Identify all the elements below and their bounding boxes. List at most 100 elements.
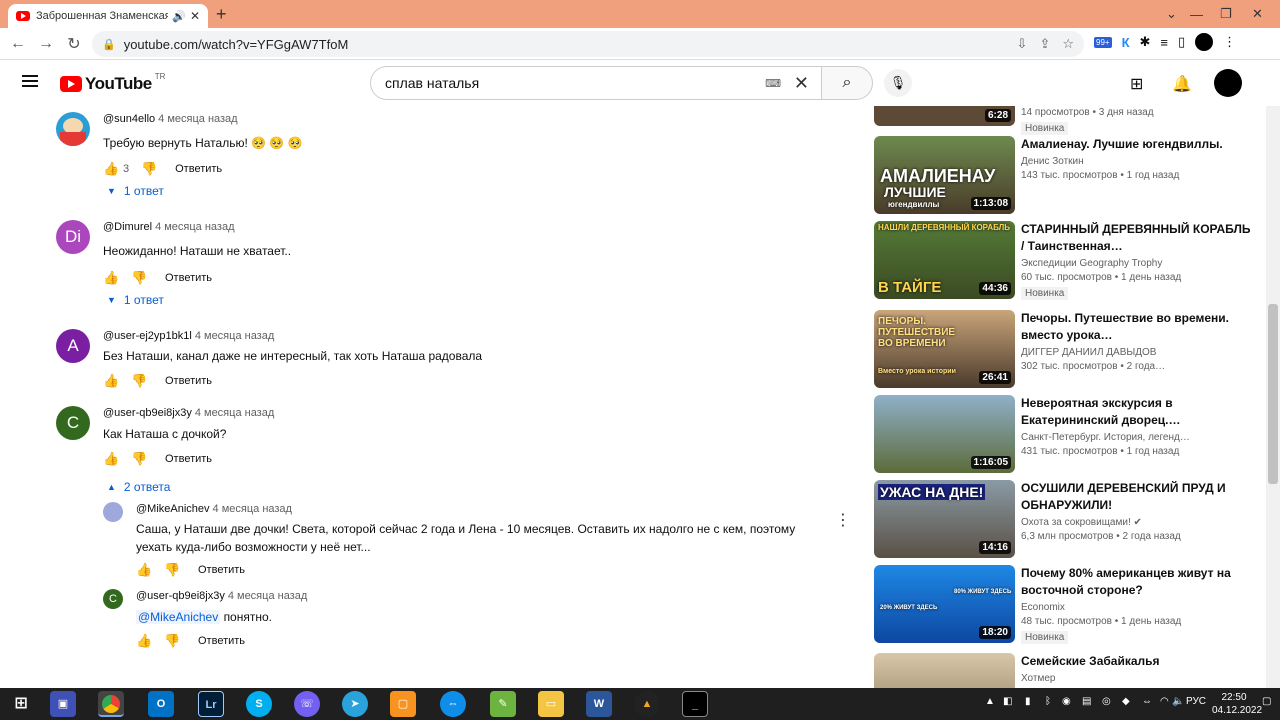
related-video[interactable]: Семейские Забайкалья Хотмер — [874, 653, 1254, 688]
video-title[interactable]: Амалиенау. Лучшие югендвиллы. — [1021, 136, 1251, 153]
keyboard-icon[interactable]: ⌨ — [765, 77, 781, 90]
comment-author[interactable]: @MikeAnichev — [136, 503, 210, 515]
tray-app-icon[interactable]: ◧ — [1003, 696, 1012, 707]
scrollbar-thumb[interactable] — [1268, 304, 1278, 484]
forward-button[interactable]: → — [32, 35, 60, 53]
save-app-icon[interactable]: ▣ — [50, 691, 76, 717]
video-title[interactable]: ОСУШИЛИ ДЕРЕВЕНСКИЙ ПРУД И ОБНАРУЖИЛИ! — [1021, 480, 1251, 514]
more-actions-icon[interactable]: ⋮ — [835, 510, 851, 530]
video-thumbnail[interactable]: ПЕЧОРЫ. ПУТЕШЕСТВИЕ ВО ВРЕМЕНИ Вместо ур… — [874, 310, 1015, 388]
extensions-puzzle-icon[interactable]: ✱ — [1140, 34, 1151, 50]
related-video[interactable]: АМАЛИЕНАУ ЛУЧШИЕ югендвиллы 1:13:08 Амал… — [874, 136, 1254, 214]
comment-author[interactable]: @Dimurel — [103, 221, 152, 233]
reply-button[interactable]: Ответить — [165, 272, 212, 284]
tab-close-button[interactable]: ✕ — [190, 9, 200, 23]
tray-folder-icon[interactable]: ▤ — [1082, 696, 1091, 707]
avatar[interactable]: C — [56, 406, 90, 440]
video-title[interactable]: СТАРИННЫЙ ДЕРЕВЯННЫЙ КОРАБЛЬ / Таинствен… — [1021, 221, 1251, 255]
teamviewer-icon[interactable]: ⇔ — [440, 691, 466, 717]
channel-name[interactable]: Экспедиции Geography Trophy — [1021, 258, 1251, 269]
view-replies-button[interactable]: ▼ 1 ответ — [107, 184, 164, 198]
dislike-icon[interactable]: 👎 — [141, 161, 157, 177]
wifi-icon[interactable]: ◠ — [1160, 696, 1169, 707]
address-bar[interactable]: 🔒 youtube.com/watch?v=YFGgAW7TfoM ⇩ ⇪ ☆ — [92, 31, 1084, 57]
url-text[interactable]: youtube.com/watch?v=YFGgAW7TfoM — [124, 37, 349, 52]
minimize-button[interactable]: — — [1190, 0, 1203, 28]
comment-time[interactable]: 4 месяца назад — [228, 590, 307, 602]
comment-author[interactable]: @user-ej2yp1bk1l — [103, 330, 192, 342]
comment-time[interactable]: 4 месяца назад — [158, 113, 237, 125]
reply-button[interactable]: Ответить — [165, 453, 212, 465]
channel-name[interactable]: Охота за сокровищами! ✔ — [1021, 517, 1251, 528]
tray-app-icon[interactable]: ◎ — [1102, 696, 1111, 707]
comment-time[interactable]: 4 месяца назад — [195, 330, 274, 342]
volume-icon[interactable]: 🔈 — [1172, 696, 1184, 707]
speaker-icon[interactable]: 🔊 — [172, 10, 186, 23]
youtube-logo[interactable]: YouTube TR — [60, 72, 165, 94]
install-app-icon[interactable]: ⇩ — [1017, 36, 1028, 52]
reply-button[interactable]: Ответить — [175, 163, 222, 175]
language-indicator[interactable]: РУС — [1186, 696, 1206, 707]
channel-name[interactable]: Санкт-Петербург. История, легенд… — [1021, 432, 1251, 443]
reload-button[interactable]: ↻ — [60, 34, 88, 54]
guide-menu-icon[interactable] — [22, 75, 38, 87]
comment-time[interactable]: 4 месяца назад — [213, 503, 292, 515]
tab-search-icon[interactable]: ⌄ — [1166, 0, 1177, 28]
video-thumbnail[interactable]: АМАЛИЕНАУ ЛУЧШИЕ югендвиллы 1:13:08 — [874, 136, 1015, 214]
channel-name[interactable]: Денис Зоткин — [1021, 156, 1251, 167]
like-icon[interactable]: 👍 — [103, 373, 119, 389]
system-clock[interactable]: 22:50 04.12.2022 — [1212, 691, 1262, 717]
like-icon[interactable]: 👍 — [103, 270, 119, 286]
share-icon[interactable]: ⇪ — [1039, 36, 1050, 52]
avatar[interactable]: Di — [56, 220, 90, 254]
windows-start-icon[interactable]: ⊞ — [8, 691, 34, 717]
comment-time[interactable]: 4 месяца назад — [195, 407, 274, 419]
vk-extension-icon[interactable]: К — [1122, 35, 1130, 50]
telegram-icon[interactable]: ➤ — [342, 691, 368, 717]
new-tab-button[interactable]: + — [216, 4, 227, 25]
like-icon[interactable]: 👍 — [136, 562, 152, 578]
video-thumbnail[interactable]: НАШЛИ ДЕРЕВЯННЫЙ КОРАБЛЬ В ТАЙГЕ 44:36 — [874, 221, 1015, 299]
app-icon[interactable]: ▢ — [390, 691, 416, 717]
related-video[interactable]: 80% ЖИВУТ ЗДЕСЬ 20% ЖИВУТ ЗДЕСЬ 18:20 По… — [874, 565, 1254, 644]
chrome-icon[interactable] — [98, 691, 124, 717]
reply-button[interactable]: Ответить — [165, 375, 212, 387]
voice-search-button[interactable]: 🎙 — [884, 69, 912, 97]
video-thumbnail[interactable]: 1:16:05 — [874, 395, 1015, 473]
search-button[interactable]: ⌕ — [821, 66, 873, 100]
view-replies-button[interactable]: ▼ 1 ответ — [107, 293, 164, 307]
comment-time[interactable]: 4 месяца назад — [155, 221, 234, 233]
chrome-menu-icon[interactable]: ⋮ — [1223, 34, 1236, 50]
back-button[interactable]: ← — [4, 35, 32, 53]
browser-tab[interactable]: Заброшенная Знаменская ц 🔊 ✕ — [8, 4, 208, 28]
word-icon[interactable]: W — [586, 691, 612, 717]
tray-teamviewer-icon[interactable]: ⇔ — [1142, 696, 1152, 707]
tray-overflow-icon[interactable]: ▲ — [985, 696, 995, 707]
like-icon[interactable]: 👍 — [103, 161, 119, 177]
channel-name-text[interactable]: Охота за сокровищами! — [1021, 517, 1131, 528]
search-query[interactable]: сплав наталья — [385, 75, 479, 91]
notifications-bell-icon[interactable]: 🔔 — [1172, 74, 1192, 94]
lock-icon[interactable]: 🔒 — [102, 38, 116, 51]
avatar[interactable] — [103, 502, 123, 522]
avatar[interactable] — [56, 112, 90, 146]
related-video[interactable]: 6:28 14 просмотров • 3 дня назад Новинка — [874, 106, 1254, 135]
like-icon[interactable]: 👍 — [103, 451, 119, 467]
restore-button[interactable]: ❐ — [1220, 0, 1232, 28]
terminal-icon[interactable]: _ — [682, 691, 708, 717]
dislike-icon[interactable]: 👎 — [131, 270, 147, 286]
tray-network-icon[interactable]: ▮ — [1025, 696, 1031, 707]
reply-button[interactable]: Ответить — [198, 635, 245, 647]
search-input[interactable]: сплав наталья ⌨ ✕ — [370, 66, 822, 100]
maps-app-icon[interactable]: ✎ — [490, 691, 516, 717]
lightroom-icon[interactable]: Lr — [198, 691, 224, 717]
close-window-button[interactable]: ✕ — [1252, 0, 1263, 28]
reading-list-icon[interactable]: ≡ — [1160, 35, 1168, 50]
profile-avatar[interactable] — [1195, 33, 1214, 51]
video-thumbnail[interactable]: 6:28 — [874, 106, 1015, 126]
video-thumbnail[interactable]: 80% ЖИВУТ ЗДЕСЬ 20% ЖИВУТ ЗДЕСЬ 18:20 — [874, 565, 1015, 643]
reply-button[interactable]: Ответить — [198, 564, 245, 576]
notifications-icon[interactable]: ▢ — [1262, 696, 1271, 707]
avatar[interactable]: A — [56, 329, 90, 363]
dislike-icon[interactable]: 👎 — [131, 373, 147, 389]
